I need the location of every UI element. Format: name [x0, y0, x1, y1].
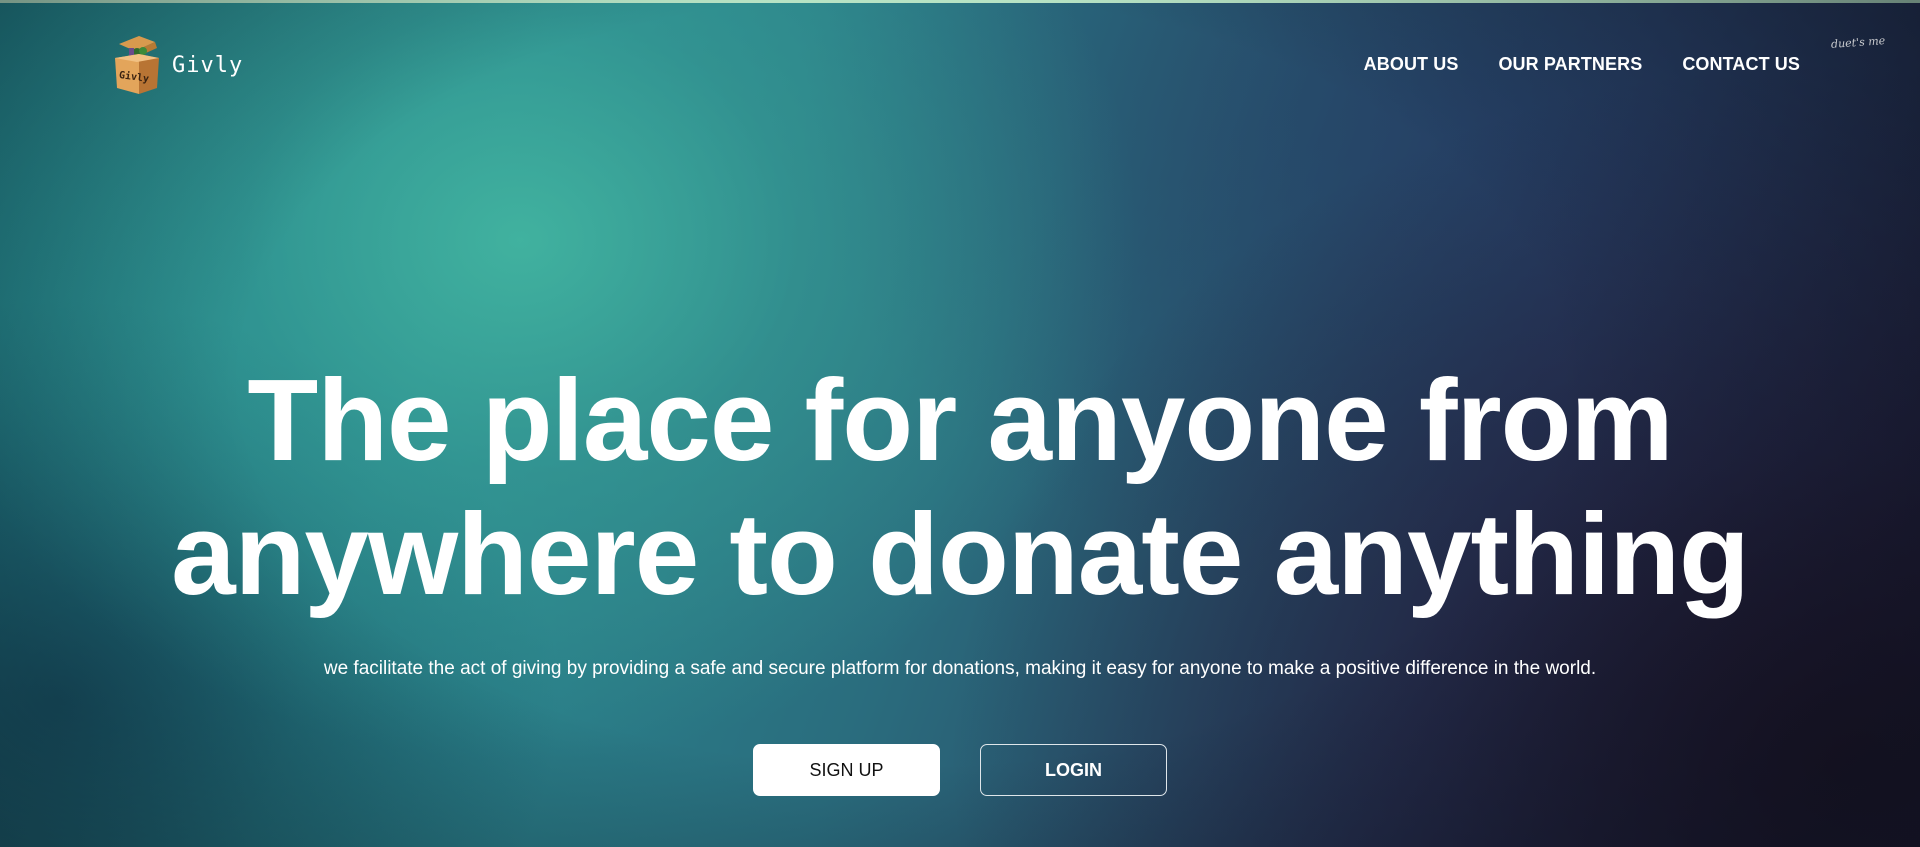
watermark-text: duet's me: [1830, 34, 1886, 51]
nav-contact-us[interactable]: CONTACT US: [1682, 54, 1800, 75]
signup-button[interactable]: SIGN UP: [753, 744, 940, 796]
login-button[interactable]: LOGIN: [980, 744, 1167, 796]
hero-title-line-1: The place for anyone from: [247, 355, 1673, 485]
hero-actions: SIGN UP LOGIN: [753, 744, 1167, 796]
brand-name: Givly: [172, 52, 244, 78]
top-accent-line: [0, 0, 1920, 3]
nav-our-partners[interactable]: OUR PARTNERS: [1498, 54, 1642, 75]
nav-about-us[interactable]: ABOUT US: [1364, 54, 1459, 75]
hero-title: The place for anyone from anywhere to do…: [0, 353, 1920, 621]
hero-subtitle: we facilitate the act of giving by provi…: [323, 658, 1597, 679]
brand-logo-link[interactable]: Givly Givly: [113, 34, 243, 96]
hero-title-line-2: anywhere to donate anything: [171, 489, 1750, 619]
gift-box-icon: Givly: [113, 34, 163, 96]
main-nav: ABOUT US OUR PARTNERS CONTACT US: [1364, 54, 1800, 75]
